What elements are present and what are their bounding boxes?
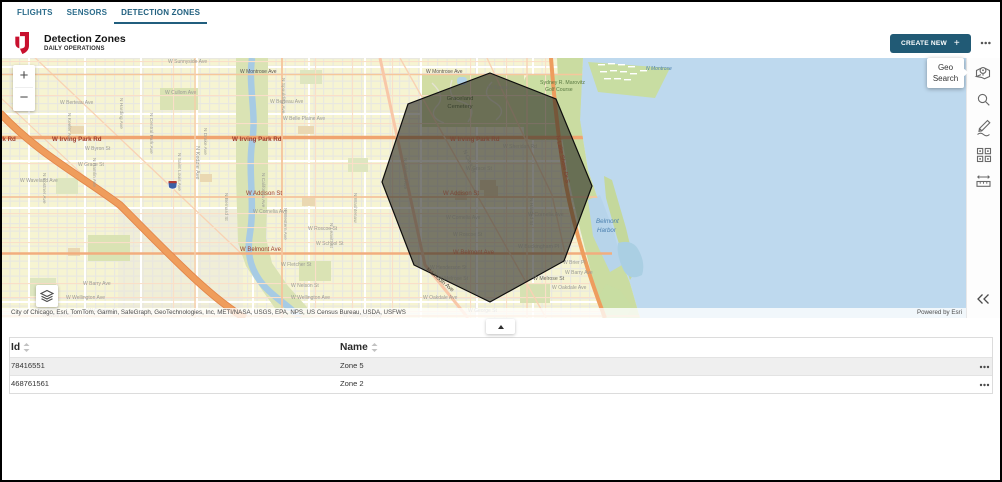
svg-text:W Sunnyside Ave: W Sunnyside Ave: [168, 59, 207, 65]
svg-text:N Saint Louis Ave: N Saint Louis Ave: [176, 153, 182, 191]
svg-text:W Irving Park Rd: W Irving Park Rd: [450, 136, 500, 143]
svg-text:N Halsted St: N Halsted St: [528, 198, 534, 226]
svg-text:Sydney R. Marovitz: Sydney R. Marovitz: [540, 80, 585, 86]
svg-text:W Irving Park Rd: W Irving Park Rd: [232, 136, 282, 143]
svg-text:N Western Ave: N Western Ave: [282, 208, 288, 240]
svg-text:Belmont: Belmont: [596, 218, 619, 225]
svg-text:N Drake Ave: N Drake Ave: [202, 128, 208, 155]
svg-text:W Belle Plaine Ave: W Belle Plaine Ave: [283, 116, 325, 122]
svg-text:W Oakdale Ave: W Oakdale Ave: [552, 285, 587, 291]
svg-text:W Belmont Ave: W Belmont Ave: [453, 250, 495, 256]
svg-text:N Montrose: N Montrose: [646, 66, 672, 72]
svg-text:W Buckingham Pl: W Buckingham Pl: [518, 244, 559, 250]
svg-text:N Washtenaw: N Washtenaw: [352, 193, 358, 223]
svg-text:N Keeler Ave: N Keeler Ave: [66, 113, 72, 141]
svg-text:W Buena Ave: W Buena Ave: [488, 85, 518, 91]
svg-text:W Nelson St: W Nelson St: [291, 283, 319, 289]
svg-text:N Kedzie Ave: N Kedzie Ave: [194, 146, 200, 179]
svg-text:N Bernard St: N Bernard St: [223, 193, 229, 221]
svg-text:N Harding Ave: N Harding Ave: [118, 98, 124, 129]
svg-text:Cemetery: Cemetery: [447, 104, 472, 110]
svg-text:W Fletcher St: W Fletcher St: [281, 262, 312, 268]
svg-text:N Ashland Ave: N Ashland Ave: [402, 158, 408, 189]
svg-text:W Irving Park Rd: W Irving Park Rd: [52, 136, 102, 143]
svg-text:W Wellington Ave: W Wellington Ave: [66, 295, 105, 301]
svg-text:W Henderson St: W Henderson St: [430, 265, 467, 271]
svg-text:W Byron St: W Byron St: [85, 146, 111, 152]
svg-text:N Central Park Ave: N Central Park Ave: [148, 113, 154, 154]
svg-text:W Barry Ave: W Barry Ave: [83, 281, 111, 287]
svg-text:Graceland: Graceland: [447, 96, 474, 102]
svg-text:W Cullom Ave: W Cullom Ave: [165, 90, 197, 96]
svg-text:W Oakdale Ave: W Oakdale Ave: [423, 295, 458, 301]
svg-text:rk Rd: rk Rd: [0, 136, 16, 143]
svg-text:W Brier Pl: W Brier Pl: [563, 260, 586, 266]
svg-text:N Hamlin Ave: N Hamlin Ave: [91, 158, 97, 187]
svg-text:W Berteau Ave: W Berteau Ave: [60, 100, 93, 106]
svg-text:W Barry Ave: W Barry Ave: [565, 270, 593, 276]
svg-text:W Melrose St: W Melrose St: [533, 276, 565, 282]
svg-text:W Berteau Ave: W Berteau Ave: [270, 99, 303, 105]
svg-text:Harbor: Harbor: [597, 227, 617, 234]
svg-text:W Belmont Ave: W Belmont Ave: [240, 247, 282, 253]
svg-text:W Roscoe St: W Roscoe St: [453, 232, 483, 238]
svg-text:W Wellington Ave: W Wellington Ave: [291, 295, 330, 301]
svg-text:N Kostner Ave: N Kostner Ave: [41, 173, 47, 204]
svg-text:N Spaulding Ave: N Spaulding Ave: [280, 78, 286, 114]
svg-text:W Montrose Ave: W Montrose Ave: [426, 69, 463, 75]
svg-text:W Waveland Ave: W Waveland Ave: [20, 178, 58, 184]
svg-text:W Montrose Ave: W Montrose Ave: [240, 69, 277, 75]
svg-text:N Leavitt St: N Leavitt St: [328, 223, 334, 248]
svg-text:W Sheridan Rd: W Sheridan Rd: [503, 144, 537, 150]
svg-text:N California Ave: N California Ave: [260, 173, 266, 208]
svg-text:W Cornelia Ave: W Cornelia Ave: [446, 215, 481, 221]
svg-text:W Addison St: W Addison St: [443, 191, 479, 197]
svg-text:Golf Course: Golf Course: [545, 87, 573, 93]
